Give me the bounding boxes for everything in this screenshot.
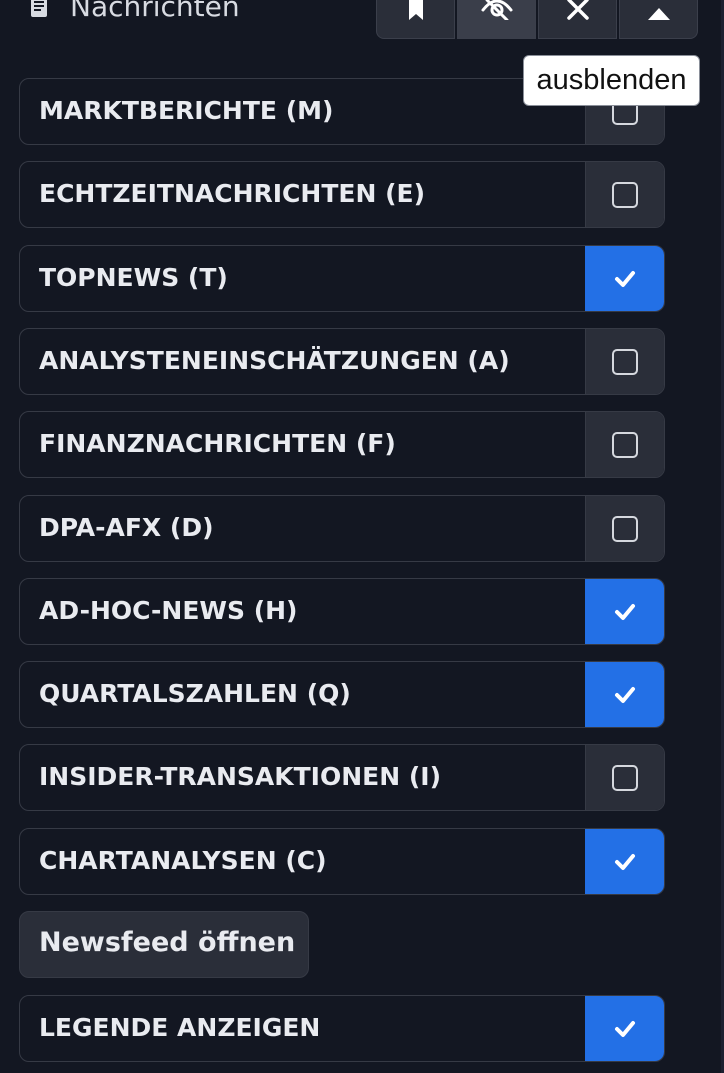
- open-newsfeed-button[interactable]: Newsfeed öffnen: [19, 911, 309, 978]
- category-label: CHARTANALYSEN (C): [39, 846, 327, 875]
- category-label: MARKTBERICHTE (M): [39, 96, 334, 125]
- collapse-up-icon: [647, 8, 670, 20]
- check-icon: [615, 604, 635, 620]
- category-row[interactable]: FINANZNACHRICHTEN (F): [19, 411, 665, 478]
- category-checkbox[interactable]: [585, 745, 664, 810]
- category-row[interactable]: QUARTALSZAHLEN (Q): [19, 661, 665, 728]
- checkbox-empty-icon: [612, 349, 638, 375]
- category-row[interactable]: INSIDER-TRANSAKTIONEN (I): [19, 744, 665, 811]
- close-icon: [566, 0, 589, 20]
- panel-toolbar: [376, 0, 698, 39]
- category-row[interactable]: TOPNEWS (T): [19, 245, 665, 312]
- category-checkbox[interactable]: [585, 579, 664, 644]
- check-icon: [615, 271, 635, 287]
- legend-toggle-label: LEGENDE ANZEIGEN: [39, 1013, 321, 1042]
- category-label: AD-HOC-NEWS (H): [39, 596, 298, 625]
- category-label: DPA-AFX (D): [39, 513, 214, 542]
- category-label: INSIDER-TRANSAKTIONEN (I): [39, 762, 442, 791]
- category-row[interactable]: ANALYSTENEINSCHÄTZUNGEN (A): [19, 328, 665, 395]
- category-row[interactable]: DPA-AFX (D): [19, 495, 665, 562]
- category-label: ECHTZEITNACHRICHTEN (E): [39, 179, 426, 208]
- checkbox-empty-icon: [612, 432, 638, 458]
- newspaper-icon: [31, 0, 47, 17]
- category-checkbox[interactable]: [585, 662, 664, 727]
- close-button[interactable]: [538, 0, 617, 39]
- category-row[interactable]: ECHTZEITNACHRICHTEN (E): [19, 161, 665, 228]
- category-label: ANALYSTENEINSCHÄTZUNGEN (A): [39, 346, 510, 375]
- bookmark-button[interactable]: [376, 0, 455, 39]
- category-label: TOPNEWS (T): [39, 263, 228, 292]
- category-checkbox[interactable]: [585, 412, 664, 477]
- category-checkbox[interactable]: [585, 162, 664, 227]
- hide-button[interactable]: [457, 0, 536, 39]
- category-checkbox[interactable]: [585, 829, 664, 894]
- check-icon: [615, 1021, 635, 1037]
- category-label: FINANZNACHRICHTEN (F): [39, 429, 396, 458]
- category-label: QUARTALSZAHLEN (Q): [39, 679, 351, 708]
- category-checkbox[interactable]: [585, 329, 664, 394]
- tooltip: ausblenden: [523, 55, 700, 106]
- eye-off-icon: [481, 0, 512, 20]
- category-checkbox[interactable]: [585, 246, 664, 311]
- checkbox-empty-icon: [612, 765, 638, 791]
- check-icon: [615, 854, 635, 870]
- panel-header: Nachrichten: [0, 0, 724, 40]
- check-icon: [615, 687, 635, 703]
- checkbox-empty-icon: [612, 516, 638, 542]
- checkbox-empty-icon: [612, 182, 638, 208]
- legend-toggle-row[interactable]: LEGENDE ANZEIGEN: [19, 995, 665, 1062]
- collapse-button[interactable]: [619, 0, 698, 39]
- category-row[interactable]: CHARTANALYSEN (C): [19, 828, 665, 895]
- bookmark-icon: [408, 0, 423, 20]
- panel-title: Nachrichten: [70, 0, 240, 23]
- legend-toggle-checkbox[interactable]: [585, 996, 664, 1061]
- category-row[interactable]: AD-HOC-NEWS (H): [19, 578, 665, 645]
- category-checkbox[interactable]: [585, 496, 664, 561]
